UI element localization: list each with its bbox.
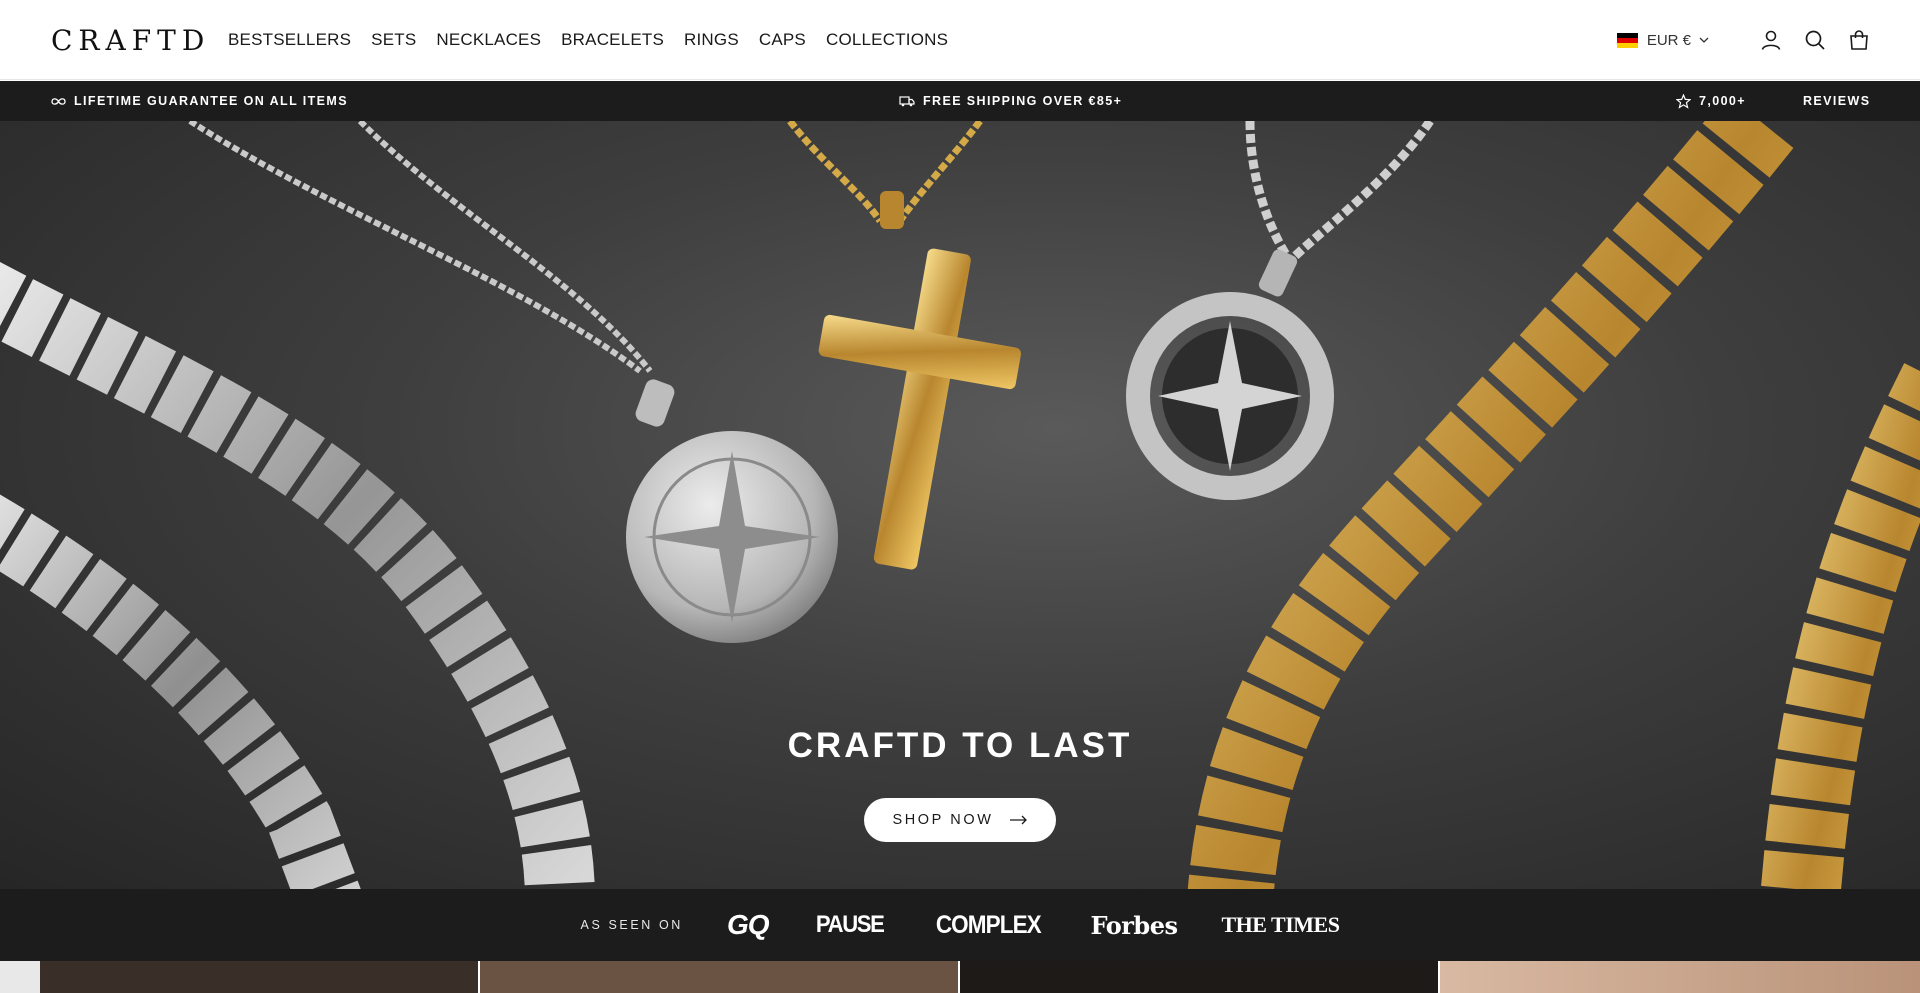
nav-bestsellers[interactable]: BESTSELLERS [228, 30, 351, 50]
complex-logo: COMPLEX [935, 910, 1042, 939]
nav-rings[interactable]: RINGS [684, 30, 739, 50]
gq-logo: GQ [726, 909, 770, 940]
shipping-text: FREE SHIPPING OVER €85+ [923, 94, 1123, 108]
currency-label: EUR € [1646, 31, 1691, 49]
nav-caps[interactable]: CAPS [759, 30, 806, 50]
main-nav: BESTSELLERS SETS NECKLACES BRACELETS RIN… [228, 0, 968, 80]
account-icon[interactable] [1759, 28, 1783, 52]
arrow-right-icon [1009, 815, 1027, 825]
shop-now-label: SHOP NOW [892, 812, 994, 828]
reviews-link[interactable]: REVIEWS [1803, 81, 1870, 121]
hero-banner[interactable]: CRAFTD TO LAST SHOP NOW [0, 121, 1920, 889]
press-label: AS SEEN ON [580, 918, 683, 932]
reviews-count[interactable]: 7,000+ [1676, 81, 1746, 121]
chevron-down-icon [1699, 37, 1709, 43]
nav-collections[interactable]: COLLECTIONS [826, 30, 948, 50]
collection-tile-image[interactable] [960, 961, 1440, 993]
collection-tile-image[interactable] [480, 961, 960, 993]
truck-icon [899, 96, 915, 107]
guarantee-text: LIFETIME GUARANTEE ON ALL ITEMS [74, 94, 348, 108]
the-times-logo: THE TIMES [1221, 912, 1340, 937]
germany-flag-icon [1616, 32, 1638, 48]
brand-logo[interactable]: CRAFTD [51, 27, 210, 55]
press-bar: AS SEEN ON GQ PAUSE COMPLEX Forbes THE T… [0, 889, 1920, 961]
cart-icon[interactable] [1847, 28, 1871, 52]
shop-now-button[interactable]: SHOP NOW [864, 798, 1056, 842]
star-icon [1676, 93, 1691, 109]
shipping-message: FREE SHIPPING OVER €85+ [899, 81, 1122, 121]
site-header: CRAFTD BESTSELLERS SETS NECKLACES BRACEL… [0, 0, 1920, 80]
header-actions: EUR € [1616, 0, 1871, 80]
pause-logo: PAUSE [815, 911, 884, 938]
guarantee-message: LIFETIME GUARANTEE ON ALL ITEMS [51, 81, 348, 121]
reviews-label: REVIEWS [1803, 94, 1871, 108]
collection-tile-image[interactable] [0, 961, 480, 993]
collection-tile-image[interactable] [1440, 961, 1920, 993]
currency-selector[interactable]: EUR € [1616, 31, 1709, 49]
hero-jewelry-image [0, 121, 1920, 889]
infinity-icon [51, 97, 66, 105]
search-icon[interactable] [1803, 28, 1827, 52]
forbes-logo: Forbes [1090, 910, 1178, 940]
announcement-bar: LIFETIME GUARANTEE ON ALL ITEMS FREE SHI… [0, 81, 1920, 121]
collection-image-strip [0, 961, 1920, 993]
nav-necklaces[interactable]: NECKLACES [436, 30, 541, 50]
reviews-count-text: 7,000+ [1699, 94, 1746, 108]
nav-bracelets[interactable]: BRACELETS [561, 30, 664, 50]
nav-sets[interactable]: SETS [371, 30, 416, 50]
hero-title: CRAFTD TO LAST [787, 726, 1133, 765]
